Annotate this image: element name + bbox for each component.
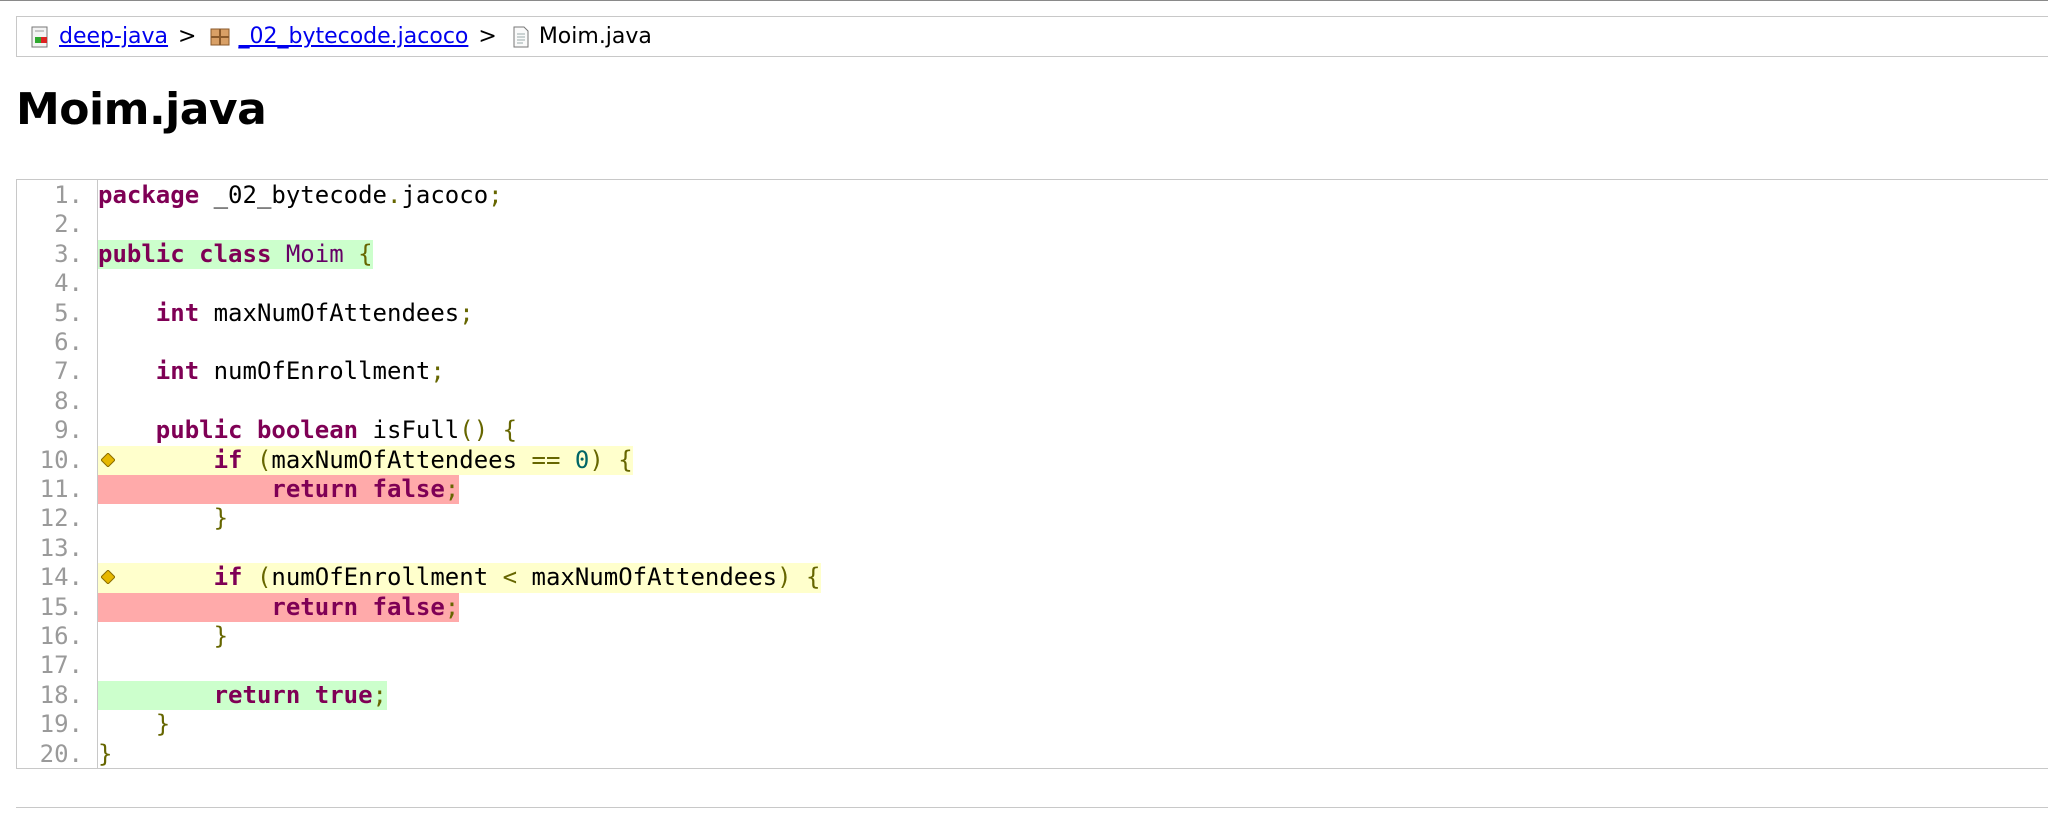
line-number: 13.	[39, 533, 83, 562]
breadcrumb-current-label: Moim.java	[538, 24, 652, 49]
line-number: 12.	[39, 504, 83, 533]
line-number: 7.	[54, 357, 83, 386]
bottom-divider	[16, 807, 2048, 808]
source-code-text: public class Moim {	[98, 239, 373, 270]
source-line: 19. }	[17, 710, 2048, 739]
source-line: 9. public boolean isFull() {	[17, 416, 2048, 445]
line-number: 14.	[39, 563, 83, 592]
branch-partial-diamond-icon[interactable]	[101, 570, 115, 585]
breadcrumb-separator: >	[178, 24, 197, 49]
source-line: 20.}	[17, 740, 2048, 769]
page-title: Moim.java	[16, 84, 267, 135]
breadcrumb-item-package[interactable]: _02_bytecode.jacoco	[206, 23, 468, 51]
source-code-text: if (numOfEnrollment < maxNumOfAttendees)…	[98, 563, 821, 593]
breadcrumb-item-current: Moim.java	[507, 23, 652, 51]
branch-partial-diamond-icon[interactable]	[101, 452, 115, 467]
source-line: 6.	[17, 328, 2048, 357]
breadcrumb: deep-java > _02_bytecode.jacoco > Moim.j…	[16, 16, 2048, 57]
line-number: 15.	[39, 592, 83, 621]
source-line: 11. return false;	[17, 475, 2048, 505]
line-number: 3.	[54, 239, 83, 268]
source-line: 1. package _02_bytecode.jacoco;	[17, 181, 2048, 210]
source-code-text: if (maxNumOfAttendees == 0) {	[98, 445, 633, 475]
not-covered-highlight: return false;	[98, 592, 460, 622]
top-border	[0, 0, 2048, 1]
package-icon	[206, 23, 234, 51]
source-line: 17.	[17, 651, 2048, 680]
line-number: 4.	[54, 269, 83, 298]
line-number: 11.	[39, 475, 83, 503]
line-number: 16.	[39, 622, 83, 650]
source-line: 4.	[17, 269, 2048, 298]
line-number: 6.	[54, 328, 83, 356]
line-number: 1.	[54, 181, 83, 209]
source-code-text: package _02_bytecode.jacoco;	[98, 181, 503, 209]
source-code-text: int maxNumOfAttendees;	[155, 298, 474, 327]
source-line: 10. if (maxNumOfAttendees == 0) {	[17, 445, 2048, 475]
line-number: 18.	[39, 680, 83, 709]
breadcrumb-link-package[interactable]: _02_bytecode.jacoco	[238, 24, 468, 49]
line-number: 8.	[54, 386, 83, 415]
source-code-text: return false;	[98, 592, 460, 622]
breadcrumb-separator: >	[478, 24, 497, 49]
line-number: 10.	[39, 445, 83, 474]
line-number: 17.	[39, 651, 83, 680]
source-line: 2.	[17, 210, 2048, 239]
source-code-text: return true;	[98, 680, 387, 711]
source-line: 7. int numOfEnrollment;	[17, 357, 2048, 386]
line-number: 19.	[39, 710, 83, 739]
source-line: 15. return false;	[17, 592, 2048, 622]
source-line: 18. return true;	[17, 680, 2048, 711]
covered-highlight: public class Moim {	[98, 239, 373, 270]
source-code-view: 1. package _02_bytecode.jacoco; 2. 3. public…	[16, 179, 2048, 769]
report-icon	[27, 23, 55, 51]
line-number: 9.	[54, 416, 83, 445]
source-code-text: }	[155, 710, 171, 739]
source-line: 13.	[17, 534, 2048, 563]
line-number: 5.	[54, 298, 83, 327]
source-line: 8.	[17, 387, 2048, 416]
not-covered-highlight: return false;	[98, 475, 460, 505]
source-code-text: }	[98, 739, 113, 768]
line-number: 20.	[39, 739, 83, 768]
source-line: 5. int maxNumOfAttendees;	[17, 299, 2048, 328]
source-file-icon	[507, 23, 535, 51]
breadcrumb-item-report[interactable]: deep-java	[27, 23, 168, 51]
partly-covered-highlight: if (numOfEnrollment < maxNumOfAttendees)…	[98, 563, 821, 593]
partly-covered-highlight: if (maxNumOfAttendees == 0) {	[98, 445, 633, 475]
source-code-text: int numOfEnrollment;	[155, 357, 445, 386]
source-code-text: return false;	[98, 475, 460, 505]
line-number: 2.	[54, 210, 83, 239]
breadcrumb-link-deep-java[interactable]: deep-java	[59, 24, 168, 49]
source-line: 3. public class Moim {	[17, 239, 2048, 270]
source-code-text: }	[213, 622, 229, 650]
source-code-text: }	[213, 504, 229, 533]
source-line: 16. }	[17, 622, 2048, 651]
source-line: 14. if (numOfEnrollment < maxNumOfAttend…	[17, 563, 2048, 593]
source-code-text: public boolean isFull() {	[155, 416, 518, 445]
source-line: 12. }	[17, 504, 2048, 533]
covered-highlight: return true;	[98, 680, 387, 711]
